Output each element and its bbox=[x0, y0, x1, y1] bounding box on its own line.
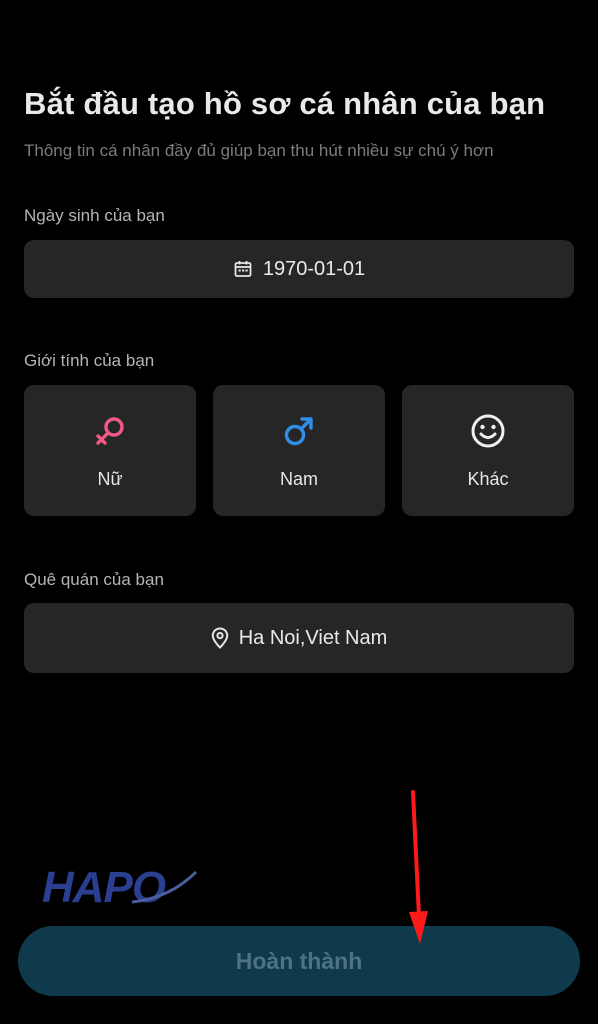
gender-option-label: Nữ bbox=[97, 469, 123, 489]
page-subtitle: Thông tin cá nhân đầy đủ giúp bạn thu hú… bbox=[24, 141, 494, 160]
gender-option-label: Khác bbox=[467, 469, 509, 489]
gender-options: Nữ Nam Khác bbox=[24, 385, 574, 516]
birthday-field[interactable]: 1970-01-01 bbox=[24, 240, 574, 298]
hapo-logo: HAPO bbox=[40, 858, 205, 914]
male-icon bbox=[282, 413, 316, 449]
birthday-label: Ngày sinh của bạn bbox=[24, 206, 165, 225]
gender-option-label: Nam bbox=[279, 469, 318, 489]
complete-button[interactable]: Hoàn thành bbox=[18, 926, 580, 996]
gender-option-male[interactable]: Nam bbox=[213, 385, 385, 516]
svg-text:HAPO: HAPO bbox=[42, 863, 166, 912]
gender-option-other[interactable]: Khác bbox=[402, 385, 574, 516]
calendar-icon bbox=[233, 259, 253, 279]
birthday-value: 1970-01-01 bbox=[262, 257, 366, 280]
gender-label: Giới tính của bạn bbox=[24, 351, 155, 370]
hometown-field[interactable]: Ha Noi,Viet Nam bbox=[24, 603, 574, 673]
hometown-value: Ha Noi,Viet Nam bbox=[238, 626, 388, 649]
female-icon bbox=[93, 413, 127, 449]
location-pin-icon bbox=[211, 627, 229, 649]
page-title: Bắt đầu tạo hồ sơ cá nhân của bạn bbox=[24, 86, 546, 121]
hometown-label: Quê quán của bạn bbox=[24, 570, 164, 589]
smiley-icon bbox=[470, 413, 506, 449]
gender-option-female[interactable]: Nữ bbox=[24, 385, 196, 516]
